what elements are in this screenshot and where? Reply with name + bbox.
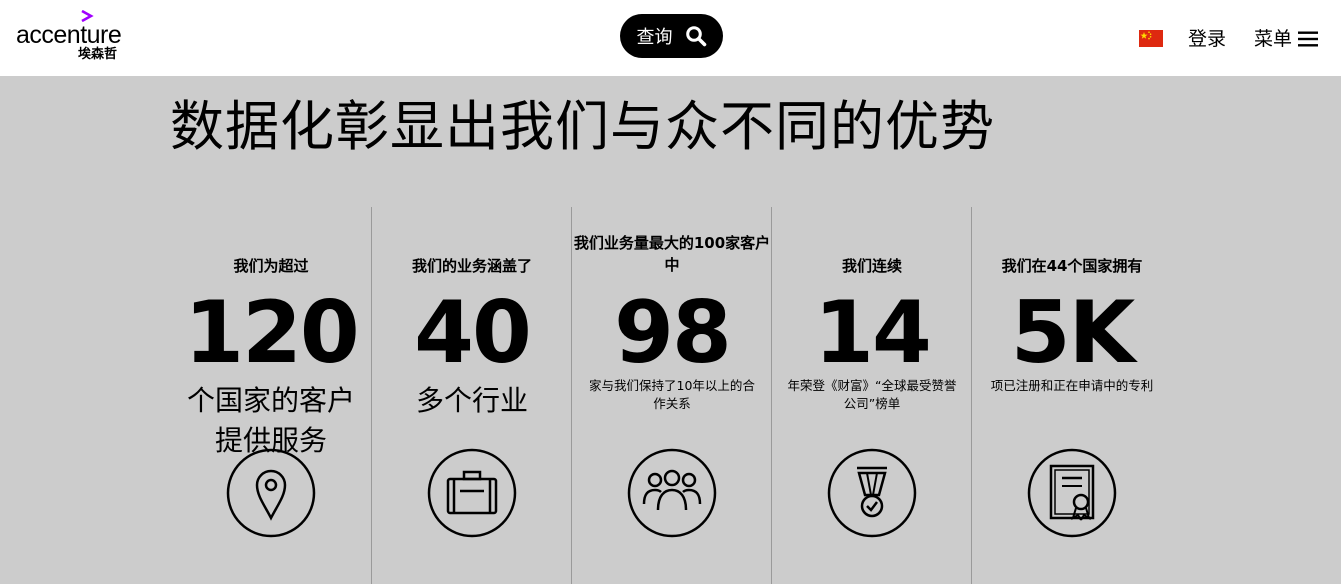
stat-industries: 我们的业务涵盖了 40 多个行业 (371, 207, 571, 584)
map-pin-icon (226, 448, 316, 538)
hamburger-menu-icon (1298, 31, 1319, 47)
page-headline: 数据化彰显出我们与众不同的优势 (170, 95, 995, 158)
menu-label: 菜单 (1254, 28, 1293, 50)
stat-countries: 我们为超过 120 个国家的客户提供服务 (171, 207, 371, 584)
search-button[interactable]: 查询 (620, 14, 723, 58)
stat-description: 家与我们保持了10年以上的合作关系 (589, 378, 755, 411)
stat-value: 120 (184, 283, 360, 383)
search-button-label: 查询 (636, 27, 673, 48)
stat-label: 我们的业务涵盖了 (411, 257, 532, 275)
login-link[interactable]: 登录 (1188, 27, 1226, 51)
certificate-icon (1027, 448, 1117, 538)
stat-description: 年荣登《财富》“全球最受赞誉公司”榜单 (787, 378, 957, 411)
people-group-icon (627, 448, 717, 538)
china-flag-icon[interactable] (1139, 30, 1163, 47)
stat-label: 我们在44个国家拥有 (1001, 257, 1143, 275)
stat-value: 5K (1010, 283, 1135, 383)
briefcase-icon (427, 448, 517, 538)
stat-top-clients: 我们业务量最大的100家客户中 98 家与我们保持了10年以上的合作关系 (571, 207, 771, 584)
stat-fortune-ranking: 我们连续 14 年荣登《财富》“全球最受赞誉公司”榜单 (771, 207, 971, 584)
logo-wordmark: accenture (16, 21, 122, 49)
stat-label: 我们连续 (841, 257, 902, 275)
menu-button[interactable]: 菜单 (1254, 27, 1319, 51)
stat-value: 98 (614, 283, 732, 383)
medal-icon (827, 448, 917, 538)
stat-description: 多个行业 (415, 384, 528, 417)
stats-row: 我们为超过 120 个国家的客户提供服务 我们的业务涵盖了 40 多个行业 我们… (171, 207, 1171, 584)
search-icon (685, 26, 706, 47)
stat-value: 40 (414, 283, 532, 383)
stat-description: 项已注册和正在申请中的专利 (990, 378, 1154, 393)
logo-chinese-name: 埃森哲 (78, 47, 118, 62)
accenture-logo[interactable]: accenture 埃森哲 (16, 10, 131, 66)
stat-label: 我们为超过 (233, 257, 309, 275)
stat-value: 14 (814, 283, 932, 383)
stat-label: 我们业务量最大的100家客户中 (573, 234, 771, 274)
stat-patents: 我们在44个国家拥有 5K 项已注册和正在申请中的专利 (971, 207, 1171, 584)
site-header: accenture 埃森哲 查询 登录 菜单 (0, 0, 1341, 76)
